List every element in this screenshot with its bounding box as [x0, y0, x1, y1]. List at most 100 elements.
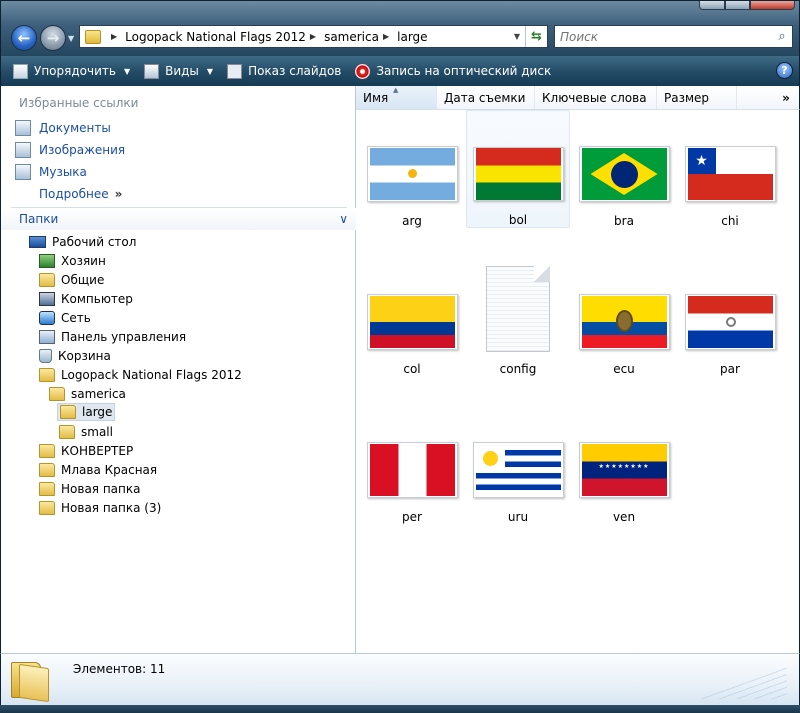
tree-item-new-folder[interactable]: Новая папка	[39, 480, 140, 498]
search-box[interactable]: ⌕	[554, 25, 793, 48]
network-icon	[39, 311, 55, 325]
document-icon	[486, 266, 550, 352]
tree-item-label: КОНВЕРТЕР	[61, 444, 134, 458]
folders-header[interactable]: Папки ∨	[1, 208, 356, 230]
search-icon[interactable]: ⌕	[772, 29, 792, 44]
tree-item-desktop[interactable]: Рабочий стол	[29, 233, 136, 251]
folder-icon	[85, 29, 101, 44]
folder-icon	[39, 368, 55, 382]
file-tile-uru[interactable]: uru	[466, 406, 570, 524]
pictures-icon	[15, 142, 31, 158]
tree-item-label: Logopack National Flags 2012	[61, 368, 242, 382]
file-tile-ven[interactable]: ★★★★★★★★ ven	[572, 406, 676, 524]
chevron-down-icon: ▼	[123, 66, 131, 76]
folder-icon	[39, 444, 55, 458]
file-name: ven	[612, 510, 636, 524]
burn-disc-button[interactable]: Запись на оптический диск	[355, 63, 551, 79]
breadcrumb-separator[interactable]: ▶	[111, 32, 117, 41]
uruguay-flag-icon	[475, 444, 561, 496]
tree-item-user[interactable]: Хозяин	[39, 252, 106, 270]
views-icon	[144, 63, 160, 79]
tree-item-label: Корзина	[58, 349, 111, 363]
file-tile-col[interactable]: col	[360, 258, 464, 376]
refresh-button[interactable]: ⇆	[525, 26, 547, 47]
folder-icon	[39, 273, 55, 287]
file-tile-ecu[interactable]: ecu	[572, 258, 676, 376]
title-bar: ← → ▼ ▶ Logopack National Flags 2012 ▶ s…	[0, 0, 800, 56]
column-header-name[interactable]: ▲ Имя	[356, 86, 437, 109]
views-button[interactable]: Виды ▼	[144, 63, 213, 79]
tree-item-small[interactable]: small	[59, 423, 113, 441]
breadcrumb-samerica[interactable]: samerica	[324, 30, 379, 44]
minimize-button[interactable]	[699, 1, 725, 10]
more-columns-icon[interactable]: »	[773, 86, 799, 109]
column-header-label: Дата съемки	[444, 90, 526, 105]
tree-item-mlava[interactable]: Млава Красная	[39, 461, 157, 479]
tree-item-public[interactable]: Общие	[39, 271, 104, 289]
file-name: col	[403, 362, 421, 376]
folder-icon	[39, 482, 55, 496]
favorite-music[interactable]: Музыка	[15, 164, 87, 180]
column-header-keywords[interactable]: Ключевые слова	[535, 86, 657, 109]
tree-item-computer[interactable]: Компьютер	[39, 290, 133, 308]
tree-item-label: Сеть	[61, 311, 91, 325]
tree-item-logopack[interactable]: Logopack National Flags 2012	[39, 366, 242, 384]
breadcrumb-separator[interactable]: ▶	[383, 32, 389, 41]
navigation-pane: Избранные ссылки Документы Изображения М…	[0, 86, 356, 653]
file-tile-bol[interactable]: bol	[466, 110, 570, 228]
tree-item-label: Панель управления	[61, 330, 187, 344]
forward-button[interactable]: →	[40, 25, 66, 51]
file-name: ecu	[613, 362, 635, 376]
search-input[interactable]	[555, 26, 772, 47]
file-tile-chi[interactable]: ★ chi	[678, 110, 782, 228]
column-header-label: Имя	[363, 90, 389, 105]
chile-flag-icon: ★	[687, 148, 773, 200]
maximize-button[interactable]	[725, 1, 750, 10]
bolivia-flag-icon	[475, 148, 561, 200]
back-button[interactable]: ←	[11, 25, 37, 51]
file-tile-bra[interactable]: bra	[572, 110, 676, 228]
recycle-bin-icon	[39, 349, 52, 363]
tree-item-new-folder-3[interactable]: Новая папка (3)	[39, 499, 161, 517]
column-header-date[interactable]: Дата съемки	[437, 86, 535, 109]
desktop-icon	[29, 236, 46, 248]
help-icon[interactable]: ?	[776, 62, 793, 79]
column-header-size[interactable]: Размер	[657, 86, 737, 109]
breadcrumb-separator[interactable]: ▶	[310, 32, 316, 41]
favorite-documents[interactable]: Документы	[15, 120, 111, 136]
address-bar[interactable]: ▶ Logopack National Flags 2012 ▶ sameric…	[79, 25, 548, 48]
tree-item-large[interactable]: large	[57, 403, 116, 421]
thumbnail	[578, 294, 670, 350]
argentina-flag-icon	[369, 148, 455, 200]
slideshow-button[interactable]: Показ слайдов	[227, 63, 341, 79]
tree-item-label: Рабочий стол	[52, 235, 137, 249]
file-tile-arg[interactable]: arg	[360, 110, 464, 228]
colombia-flag-icon	[369, 296, 455, 348]
tree-item-label: large	[82, 405, 113, 419]
tree-item-label: Новая папка	[61, 482, 141, 496]
tree-item-control-panel[interactable]: Панель управления	[39, 328, 186, 346]
file-tile-config[interactable]: config	[466, 258, 570, 376]
favorite-label: Документы	[39, 121, 111, 135]
refresh-icon: ⇆	[531, 29, 542, 44]
file-name: config	[499, 362, 537, 376]
breadcrumb-logopack[interactable]: Logopack National Flags 2012	[125, 30, 306, 44]
address-dropdown-icon[interactable]: ▼	[509, 32, 525, 41]
slideshow-icon	[227, 63, 243, 79]
tree-item-network[interactable]: Сеть	[39, 309, 91, 327]
thumbnail	[366, 294, 458, 350]
window-controls	[699, 1, 795, 10]
organize-button[interactable]: Упорядочить ▼	[13, 63, 131, 79]
favorites-more-link[interactable]: Подробнее »	[39, 187, 122, 201]
favorite-pictures[interactable]: Изображения	[15, 142, 125, 158]
tree-item-recycle-bin[interactable]: Корзина	[39, 347, 111, 365]
tree-item-label: small	[81, 425, 113, 439]
file-tile-per[interactable]: per	[360, 406, 464, 524]
tree-item-converter[interactable]: КОНВЕРТЕР	[39, 442, 133, 460]
tree-item-samerica[interactable]: samerica	[49, 385, 126, 403]
close-button[interactable]	[750, 1, 795, 10]
breadcrumb-large[interactable]: large	[397, 30, 427, 44]
folder-icon	[11, 662, 51, 703]
recent-pages-dropdown[interactable]: ▼	[68, 34, 74, 43]
file-tile-par[interactable]: par	[678, 258, 782, 376]
